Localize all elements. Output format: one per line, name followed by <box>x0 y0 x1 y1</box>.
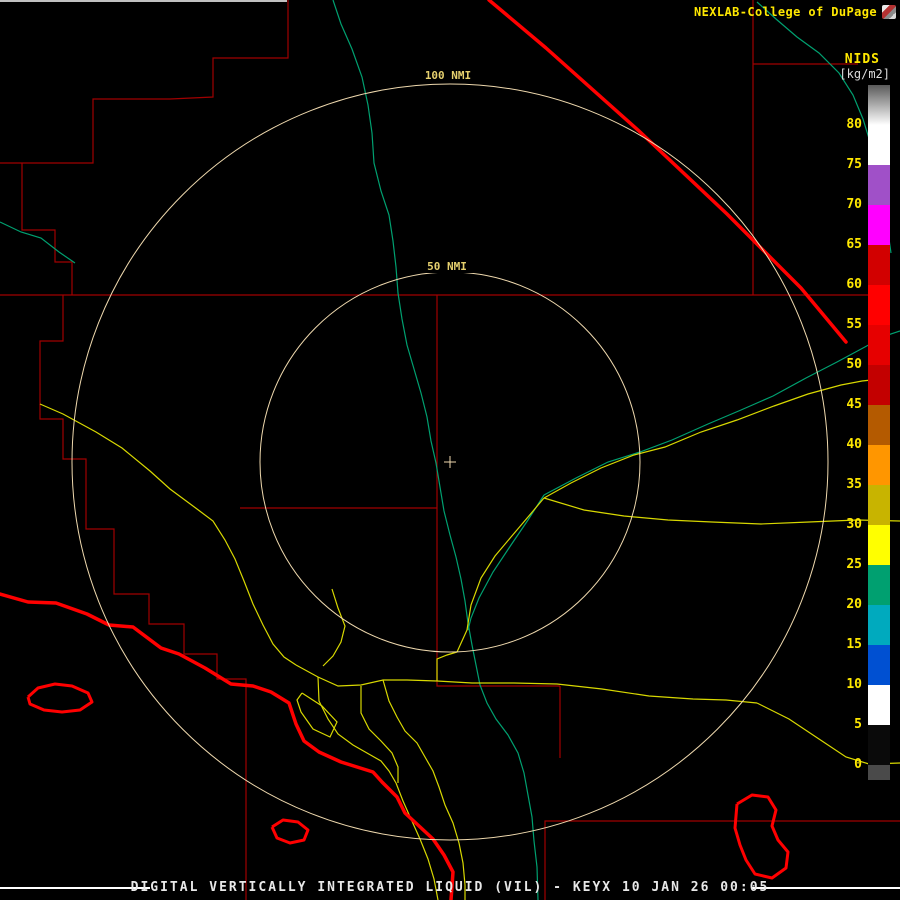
county-boundaries <box>0 0 900 900</box>
legend-tick-label: 60 <box>830 277 862 292</box>
range-ring-label-50: 50 NMI <box>427 260 467 273</box>
legend-units-label: [kg/m2] <box>839 67 890 81</box>
river-line <box>468 495 544 630</box>
legend-color-segment-45-50 <box>868 365 890 405</box>
radar-map: 100 NMI 50 NMI <box>0 0 900 900</box>
legend-color-segment-10-15 <box>868 645 890 685</box>
radar-site-marker <box>444 456 456 468</box>
map-border-lines <box>0 1 900 888</box>
brand-text: NEXLAB-College of DuPage <box>694 5 877 19</box>
legend-color-segment-55-60 <box>868 285 890 325</box>
legend-tick-label: 5 <box>830 717 862 732</box>
legend-color-segment-65-70 <box>868 205 890 245</box>
red-outline-loops <box>28 684 788 878</box>
rivers <box>0 0 900 900</box>
legend-color-segment-5-10 <box>868 685 890 725</box>
legend-tick-label: 10 <box>830 677 862 692</box>
legend-color-segment-30-35 <box>868 485 890 525</box>
legend-tick-label: 75 <box>830 157 862 172</box>
legend-tick-label: 55 <box>830 317 862 332</box>
legend-color-segment-below-0 <box>868 765 890 780</box>
legend-tick-label: 20 <box>830 597 862 612</box>
river-line <box>333 0 538 900</box>
legend-colorbar <box>868 85 890 780</box>
product-caption: DIGITAL VERTICALLY INTEGRATED LIQUID (VI… <box>0 880 900 895</box>
river-line <box>0 222 75 263</box>
legend-color-segment-70-75 <box>868 165 890 205</box>
legend-tick-label: 35 <box>830 477 862 492</box>
range-ring-label-100: 100 NMI <box>425 69 471 82</box>
outline-loop <box>28 684 92 712</box>
legend-color-segment-0-5 <box>868 725 890 765</box>
road-line <box>323 589 345 666</box>
legend-color-segment-40-45 <box>868 405 890 445</box>
legend-color-segment-25-30 <box>868 525 890 565</box>
legend-tick-label: 0 <box>830 757 862 772</box>
highway-line <box>489 0 846 342</box>
road-line <box>437 652 457 681</box>
legend-ticks: 80757065605550454035302520151050 <box>830 85 864 785</box>
legend-color-segment-15-20 <box>868 605 890 645</box>
legend-tick-label: 15 <box>830 637 862 652</box>
legend-color-segment-75-80 <box>868 125 890 165</box>
road-line <box>383 680 465 900</box>
legend-tick-label: 50 <box>830 357 862 372</box>
cod-logo-icon <box>882 5 896 19</box>
legend-tick-label: 70 <box>830 197 862 212</box>
outline-loop <box>272 820 308 843</box>
road-line <box>437 681 757 703</box>
road-line <box>296 665 437 686</box>
road-line <box>297 693 337 737</box>
legend-color-segment-60-65 <box>868 245 890 285</box>
header-brand: NEXLAB-College of DuPage <box>694 5 896 19</box>
legend-tick-label: 30 <box>830 517 862 532</box>
county-line <box>40 295 246 900</box>
roads <box>40 379 900 900</box>
legend-tick-label: 25 <box>830 557 862 572</box>
legend-tick-label: 45 <box>830 397 862 412</box>
county-line <box>22 163 72 295</box>
highway-line <box>0 594 453 900</box>
legend-tick-label: 65 <box>830 237 862 252</box>
legend-color-segment-35-40 <box>868 445 890 485</box>
legend-color-segment-50-55 <box>868 325 890 365</box>
county-line <box>0 0 288 163</box>
product-code-label: NIDS <box>845 52 880 67</box>
legend-color-segment-above-80 <box>868 85 890 125</box>
county-line <box>437 295 560 686</box>
legend-tick-label: 40 <box>830 437 862 452</box>
outline-loop <box>735 795 788 878</box>
road-line <box>40 404 296 665</box>
range-ring-labels: 100 NMI 50 NMI <box>418 67 478 273</box>
legend-color-segment-20-25 <box>868 565 890 605</box>
highways <box>0 0 846 900</box>
road-line <box>457 498 544 652</box>
legend-tick-label: 80 <box>830 117 862 132</box>
